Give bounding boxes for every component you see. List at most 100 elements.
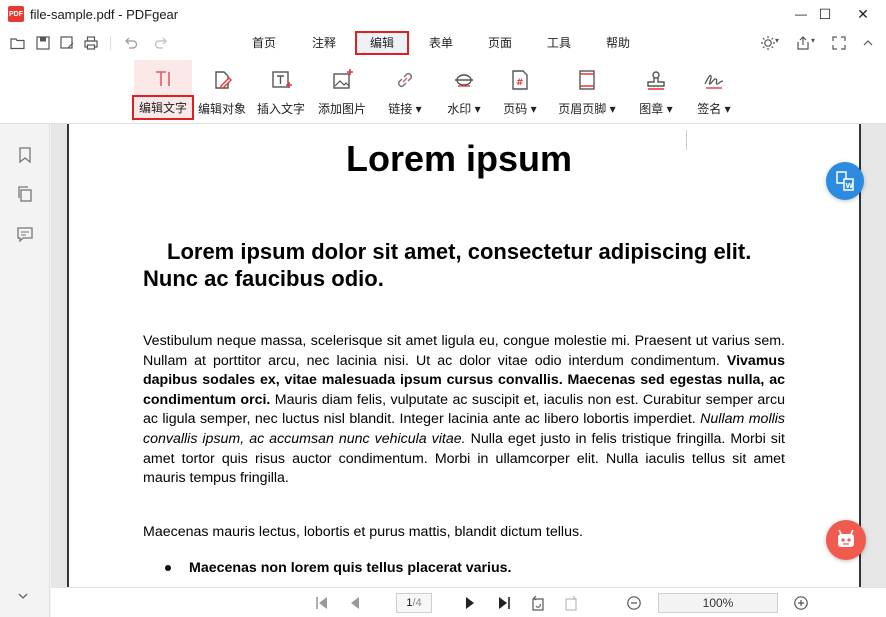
convert-to-word-button[interactable]: W: [826, 162, 864, 200]
doc-bullet-item[interactable]: Maecenas non lorem quis tellus placerat …: [165, 560, 512, 576]
doc-bullet-text: Maecenas non lorem quis tellus placerat …: [189, 560, 512, 576]
insert-text-icon: [269, 68, 293, 92]
svg-text:W: W: [846, 182, 854, 190]
chevron-down-icon: ▾: [666, 102, 673, 116]
para1-part-a: Vestibulum neque massa, scelerisque sit …: [143, 333, 785, 369]
rotate-right-button[interactable]: [562, 594, 580, 612]
close-button[interactable]: ✕: [840, 0, 886, 28]
tool-watermark-label: 水印 ▾: [447, 100, 480, 117]
collapse-ribbon-icon[interactable]: [860, 35, 876, 51]
save-icon[interactable]: [35, 35, 51, 51]
edit-text-icon: [151, 68, 175, 90]
menu-home[interactable]: 首页: [249, 34, 279, 52]
tool-header-footer-label: 页眉页脚 ▾: [558, 100, 615, 117]
first-page-button[interactable]: [313, 594, 331, 612]
print-icon[interactable]: [83, 35, 99, 51]
last-page-icon: [499, 597, 510, 609]
menu-edit[interactable]: 编辑: [355, 31, 409, 55]
edit-toolbar: 编辑文字 编辑对象 插入文字 添加图片 链接 ▾ 水印 ▾ # 页码 ▾ 页眉页…: [0, 58, 886, 124]
tool-watermark-text: 水印: [447, 102, 472, 116]
tool-edit-object[interactable]: 编辑对象: [196, 60, 248, 120]
tool-watermark[interactable]: 水印 ▾: [440, 60, 488, 120]
prev-page-icon: [351, 597, 359, 609]
close-icon: ✕: [857, 5, 869, 22]
tool-signature-label: 签名 ▾: [697, 100, 730, 117]
tool-insert-text[interactable]: 插入文字: [255, 60, 307, 120]
menu-form[interactable]: 表单: [426, 34, 456, 52]
tool-signature[interactable]: 签名 ▾: [690, 60, 738, 120]
tool-edit-text[interactable]: 编辑文字: [132, 60, 195, 120]
last-page-button[interactable]: [495, 594, 513, 612]
maximize-icon: ☐: [818, 5, 832, 22]
doc-paragraph-2[interactable]: Maecenas mauris lectus, lobortis et puru…: [143, 524, 785, 540]
first-page-icon: [316, 597, 327, 609]
app-logo-icon: PDF: [8, 6, 24, 22]
share-dropdown-arrow: ▾: [811, 36, 816, 45]
comments-icon[interactable]: [15, 224, 35, 244]
save-as-icon[interactable]: [59, 35, 75, 51]
doc-subtitle[interactable]: Lorem ipsum dolor sit amet, consectetur …: [143, 238, 793, 292]
tool-link[interactable]: 链接 ▾: [381, 60, 429, 120]
link-icon: [393, 68, 417, 92]
tool-stamp-label: 图章 ▾: [639, 100, 672, 117]
header-footer-icon: [575, 68, 599, 92]
tool-add-image[interactable]: 添加图片: [316, 60, 368, 120]
menu-page[interactable]: 页面: [485, 34, 515, 52]
separator: [110, 36, 111, 50]
chevron-down-icon: ▾: [530, 102, 537, 116]
bookmark-icon[interactable]: [15, 145, 35, 165]
total-pages: /4: [412, 597, 422, 609]
zoom-level[interactable]: 100%: [658, 593, 778, 613]
redo-icon[interactable]: [153, 35, 169, 51]
zoom-out-icon: [627, 596, 641, 610]
prev-page-button[interactable]: [346, 594, 364, 612]
status-bar: 1/4 100%: [51, 587, 886, 617]
window-title: file-sample.pdf - PDFgear: [30, 6, 179, 22]
thumbnails-icon[interactable]: [15, 184, 35, 204]
tool-insert-text-label: 插入文字: [256, 102, 305, 116]
tool-edit-text-label: 编辑文字: [132, 95, 195, 120]
page-number-box[interactable]: 1/4: [396, 593, 432, 613]
undo-icon[interactable]: [123, 35, 139, 51]
share-icon[interactable]: [795, 35, 811, 51]
rotate-left-icon: [532, 595, 544, 611]
ai-assistant-button[interactable]: [826, 520, 866, 560]
stamp-icon: [644, 68, 668, 92]
vertical-scrollbar[interactable]: [861, 124, 886, 587]
doc-title[interactable]: Lorem ipsum: [69, 138, 849, 180]
pdf-page[interactable]: Lorem ipsum Lorem ipsum dolor sit amet, …: [67, 124, 861, 587]
next-page-button[interactable]: [461, 594, 479, 612]
page-number-icon: #: [508, 68, 532, 92]
tool-stamp[interactable]: 图章 ▾: [632, 60, 680, 120]
app-logo-text: PDF: [9, 10, 23, 18]
rotate-left-button[interactable]: [529, 594, 547, 612]
left-sidebar: [0, 124, 50, 617]
fullscreen-icon[interactable]: [831, 35, 847, 51]
chevron-down-icon: ▾: [724, 102, 731, 116]
expand-sidebar-icon[interactable]: [17, 590, 31, 604]
zoom-out-button[interactable]: [625, 594, 643, 612]
document-viewport[interactable]: Lorem ipsum Lorem ipsum dolor sit amet, …: [51, 124, 886, 587]
tool-link-label: 链接 ▾: [388, 100, 421, 117]
doc-paragraph-1[interactable]: Vestibulum neque massa, scelerisque sit …: [143, 332, 785, 489]
chevron-down-icon: ▾: [609, 102, 616, 116]
tool-page-number-text: 页码: [503, 102, 528, 116]
tool-header-footer[interactable]: 页眉页脚 ▾: [554, 60, 620, 120]
theme-dropdown-arrow: ▾: [775, 36, 780, 45]
rotate-right-icon: [565, 595, 577, 611]
tool-page-number[interactable]: # 页码 ▾: [496, 60, 544, 120]
pdfgear-window: PDF file-sample.pdf - PDFgear — ☐ ✕ 首页 注…: [0, 0, 886, 617]
open-icon[interactable]: [10, 35, 26, 51]
menu-annotate[interactable]: 注释: [309, 34, 339, 52]
menu-tools[interactable]: 工具: [544, 34, 574, 52]
watermark-icon: [452, 68, 476, 92]
convert-word-icon: W: [836, 171, 854, 191]
menu-help[interactable]: 帮助: [603, 34, 633, 52]
tool-edit-object-label: 编辑对象: [197, 102, 246, 116]
zoom-in-icon: [794, 596, 808, 610]
menu-bar: 首页 注释 编辑 表单 页面 工具 帮助 ▾ ▾: [0, 28, 886, 58]
zoom-in-button[interactable]: [792, 594, 810, 612]
tool-stamp-text: 图章: [639, 102, 664, 116]
next-page-icon: [466, 597, 474, 609]
robot-icon: [838, 529, 854, 547]
